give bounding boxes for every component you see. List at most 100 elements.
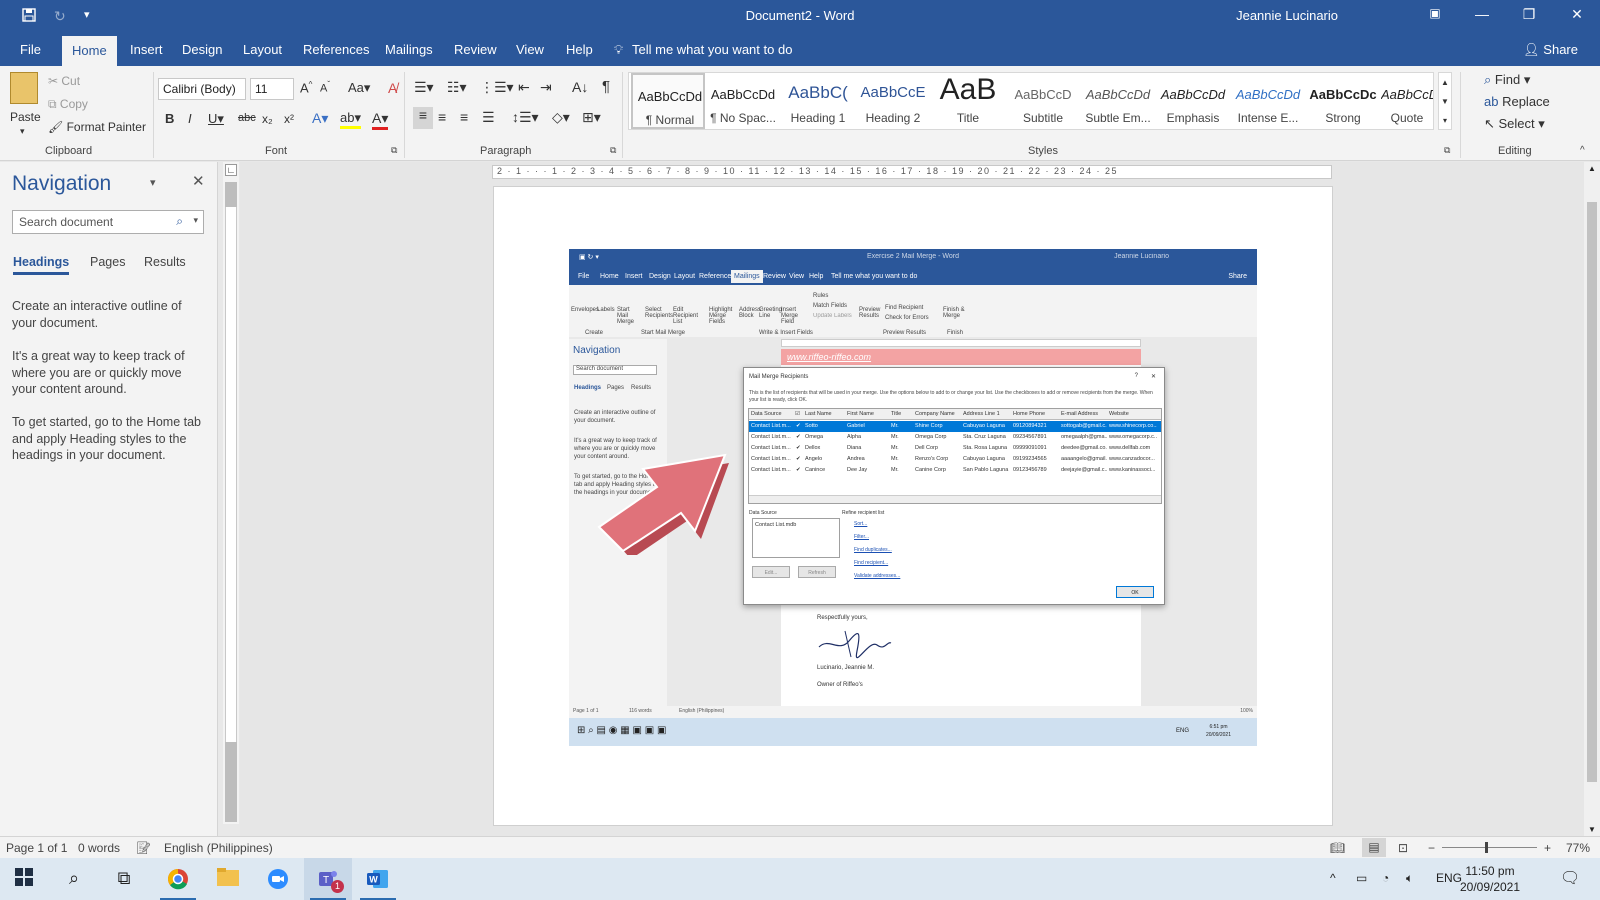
zoom-in-icon[interactable]: + <box>1544 841 1551 855</box>
styles-scroll-icon[interactable]: ▲ ▼ ▾ <box>1438 72 1452 130</box>
embedded-screenshot[interactable]: ▣ ↻ ▾ Exercise 2 Mail Merge - Word Jeann… <box>569 249 1257 746</box>
highlight-icon[interactable]: ab▾ <box>340 110 361 129</box>
style-subtitle[interactable]: AaBbCcD Subtitle <box>1006 73 1080 129</box>
file-explorer-button[interactable] <box>204 858 252 900</box>
zoom-slider-thumb[interactable] <box>1484 842 1488 853</box>
tab-review[interactable]: Review <box>454 42 497 57</box>
style-subtle-emphasis[interactable]: AaBbCcDd Subtle Em... <box>1081 73 1155 129</box>
battery-icon[interactable]: ▭ <box>1356 871 1367 885</box>
decrease-indent-icon[interactable]: ⇤ <box>518 79 530 96</box>
maximize-icon[interactable]: ❐ <box>1514 6 1544 23</box>
superscript-icon[interactable]: x² <box>284 112 294 126</box>
tab-references[interactable]: References <box>303 42 369 57</box>
sort-icon[interactable]: A↓ <box>572 79 588 95</box>
align-center-icon[interactable]: ≡ <box>438 109 446 125</box>
tab-view[interactable]: View <box>516 42 544 57</box>
font-dialog-launcher-icon[interactable]: ⧉ <box>391 145 397 156</box>
notifications-icon[interactable]: 🗨︎ <box>1560 868 1580 888</box>
tab-design[interactable]: Design <box>182 42 222 57</box>
align-right-icon[interactable]: ≡ <box>460 109 468 125</box>
collapse-ribbon-icon[interactable]: ^ <box>1580 145 1585 156</box>
read-mode-icon[interactable]: 📖︎ <box>1330 841 1345 855</box>
pane-options-icon[interactable]: ▾ <box>150 176 156 189</box>
wifi-icon[interactable]: ◔ <box>1382 871 1389 885</box>
search-icon[interactable]: ⌕ <box>176 214 183 229</box>
font-color-icon[interactable]: A▾ <box>372 110 389 130</box>
multilevel-list-icon[interactable]: ⋮☰▾ <box>480 79 514 96</box>
task-view-button[interactable]: ⧉ <box>100 858 148 900</box>
align-left-icon[interactable]: ≡ <box>413 107 433 129</box>
underline-icon[interactable]: U▾ <box>208 111 224 127</box>
teams-button[interactable]: T 1 <box>304 858 352 900</box>
close-pane-icon[interactable]: ✕ <box>192 172 205 190</box>
ribbon-display-icon[interactable]: ▣ <box>1420 6 1450 20</box>
scroll-up-icon[interactable]: ▲ <box>1588 164 1596 173</box>
tab-file[interactable]: File <box>20 42 41 57</box>
style-intense-emphasis[interactable]: AaBbCcDd Intense E... <box>1231 73 1305 129</box>
tab-insert[interactable]: Insert <box>130 42 163 57</box>
style-strong[interactable]: AaBbCcDc Strong <box>1306 73 1380 129</box>
show-hidden-icons-icon[interactable]: ^ <box>1330 871 1336 885</box>
language[interactable]: English (Philippines) <box>164 841 273 855</box>
grow-font-icon[interactable]: A^ <box>300 80 312 95</box>
search-dropdown-icon[interactable]: ▾ <box>193 215 198 226</box>
vertical-scrollbar[interactable]: ▲ ▼ <box>1584 162 1600 836</box>
zoom-out-icon[interactable]: − <box>1428 841 1435 855</box>
clear-formatting-icon[interactable]: A̸ <box>388 80 397 96</box>
bullets-icon[interactable]: ☰▾ <box>414 79 434 96</box>
document-canvas[interactable]: 2 · 1 · · · 1 · 2 · 3 · 4 · 5 · 6 · 7 · … <box>240 162 1584 836</box>
format-painter-button[interactable]: 🖌︎ Format Painter <box>48 120 146 134</box>
page-count[interactable]: Page 1 of 1 <box>6 841 67 855</box>
paste-icon[interactable] <box>10 72 38 104</box>
find-button[interactable]: ⌕ Find ▾ <box>1484 72 1530 88</box>
change-case-button[interactable]: Aa▾ <box>348 80 370 96</box>
tab-help[interactable]: Help <box>566 42 593 57</box>
scrollbar-thumb[interactable] <box>1587 202 1597 782</box>
style-title[interactable]: AaB Title <box>931 73 1005 129</box>
font-size-select[interactable]: 11 <box>250 78 294 100</box>
paste-dropdown-icon[interactable]: ▾ <box>20 126 25 137</box>
zoom-button[interactable] <box>254 858 302 900</box>
zoom-level[interactable]: 77% <box>1566 841 1590 855</box>
tab-layout[interactable]: Layout <box>243 42 282 57</box>
document-page[interactable]: ▣ ↻ ▾ Exercise 2 Mail Merge - Word Jeann… <box>493 186 1333 826</box>
cut-button[interactable]: ✂ Cut <box>48 74 80 88</box>
tab-results[interactable]: Results <box>144 255 186 269</box>
paragraph-dialog-launcher-icon[interactable]: ⧉ <box>610 145 616 156</box>
print-layout-icon[interactable]: ▤ <box>1362 838 1386 857</box>
proofing-icon[interactable]: 📝︎ <box>136 841 151 855</box>
chrome-button[interactable] <box>154 858 202 900</box>
web-layout-icon[interactable]: ⊡ <box>1398 841 1408 855</box>
tab-selector-icon[interactable]: ∟ <box>225 164 237 176</box>
tab-mailings[interactable]: Mailings <box>385 42 433 57</box>
text-effects-icon[interactable]: A▾ <box>312 110 328 127</box>
style-no-spacing[interactable]: AaBbCcDd ¶ No Spac... <box>706 73 780 129</box>
strikethrough-icon[interactable]: abc <box>238 112 256 124</box>
search-button[interactable]: ⌕ <box>50 858 98 900</box>
shading-icon[interactable]: ◇▾ <box>552 109 570 126</box>
paste-button[interactable]: Paste <box>10 110 41 124</box>
borders-icon[interactable]: ⊞▾ <box>582 109 601 126</box>
zoom-slider[interactable] <box>1442 842 1537 853</box>
line-spacing-icon[interactable]: ↕☰▾ <box>512 109 539 126</box>
close-icon[interactable]: ✕ <box>1562 6 1592 23</box>
styles-dialog-launcher-icon[interactable]: ⧉ <box>1444 145 1450 156</box>
style-heading-2[interactable]: AaBbCcE Heading 2 <box>856 73 930 129</box>
style-emphasis[interactable]: AaBbCcDd Emphasis <box>1156 73 1230 129</box>
numbering-icon[interactable]: ☷▾ <box>447 79 467 96</box>
horizontal-ruler[interactable]: 2 · 1 · · · 1 · 2 · 3 · 4 · 5 · 6 · 7 · … <box>492 165 1332 179</box>
word-count[interactable]: 0 words <box>78 841 120 855</box>
volume-icon[interactable]: 🔈︎ <box>1406 871 1413 886</box>
bold-icon[interactable]: B <box>165 111 174 126</box>
search-document-input[interactable]: Search document ⌕ ▾ <box>12 210 204 234</box>
italic-icon[interactable]: I <box>188 111 192 126</box>
tell-me-search[interactable]: Tell me what you want to do <box>632 42 792 57</box>
style-normal[interactable]: AaBbCcDd ¶ Normal <box>631 73 705 129</box>
tab-home[interactable]: Home <box>62 36 117 66</box>
style-quote[interactable]: AaBbCcDd Quote <box>1381 73 1433 129</box>
increase-indent-icon[interactable]: ⇥ <box>540 79 552 96</box>
minimize-icon[interactable]: — <box>1467 6 1497 22</box>
user-name[interactable]: Jeannie Lucinario <box>1236 8 1338 23</box>
shrink-font-icon[interactable]: Aˇ <box>320 80 330 95</box>
justify-icon[interactable]: ☰ <box>482 109 495 126</box>
